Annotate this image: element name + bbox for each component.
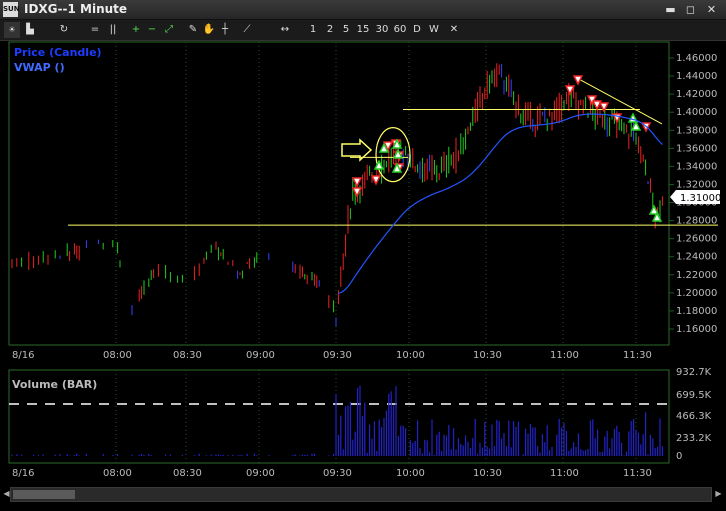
volume-tick-label: 233.2K [676, 433, 712, 444]
price-tick-label: 1.32000 [676, 179, 717, 190]
current-price-value: 1.31000 [680, 193, 721, 204]
volume-tick-label: 699.5K [676, 390, 712, 401]
volume-tick-label: 0 [676, 451, 682, 462]
volume-x-label: 11:30 [623, 468, 652, 479]
arrows-icon[interactable]: ↔ [278, 22, 292, 38]
interval-d[interactable]: D [412, 22, 422, 38]
sun-icon[interactable]: ☀ [4, 22, 20, 38]
fit-button[interactable]: ⤢ [162, 22, 176, 38]
price-x-label: 10:00 [396, 350, 425, 361]
title-bar: SUN IDXG--1 Minute ▬ ◻ ✕ [0, 0, 726, 20]
price-grid [115, 42, 674, 345]
refresh-icon[interactable]: ↻ [56, 22, 72, 38]
price-tick-label: 1.36000 [676, 143, 717, 154]
volume-bars [11, 385, 664, 456]
sell-signal-icon [370, 175, 382, 186]
zoom-in-button[interactable]: + [130, 22, 142, 38]
price-x-label: 11:30 [623, 350, 652, 361]
interval-2[interactable]: 2 [325, 22, 335, 38]
trendline-icon[interactable]: ⟋ [240, 22, 254, 38]
volume-tick-label: 466.3K [676, 411, 712, 422]
price-tick-label: 1.24000 [676, 252, 717, 263]
volume-x-label: 10:00 [396, 468, 425, 479]
equals-icon[interactable]: = [88, 22, 102, 38]
volume-tick-label: 932.7K [676, 367, 712, 378]
price-x-label: 09:00 [246, 350, 275, 361]
scrollbar-thumb[interactable] [13, 490, 75, 499]
close-button[interactable]: ✕ [703, 2, 720, 17]
interval-1[interactable]: 1 [308, 22, 318, 38]
price-x-label: 08:30 [173, 350, 202, 361]
volume-x-label: 11:00 [550, 468, 579, 479]
volume-x-axis: 08:00 08:30 09:00 09:30 10:00 10:30 11:00 11:30 [103, 468, 652, 479]
chart-canvas[interactable]: Price (Candle) VWAP () Volume (BAR) 1.46… [0, 40, 726, 486]
price-tick-label: 1.40000 [676, 107, 717, 118]
price-date-label: 8/16 [12, 350, 34, 361]
app-logo: SUN [3, 2, 20, 17]
price-x-label: 11:00 [550, 350, 579, 361]
close-intervals-button[interactable]: ✕ [448, 22, 460, 38]
vwap-line [338, 113, 663, 294]
hand-icon[interactable]: ✋ [202, 22, 216, 38]
price-candles [11, 63, 663, 327]
price-tick-label: 1.38000 [676, 125, 717, 136]
sell-signal-icon [572, 75, 584, 86]
chart-toolbar: ☀ ▙ ↻ = || + − ⤢ ✎ ✋ ┼ ⟋ ↔ 1 2 5 15 30 6… [0, 20, 726, 41]
price-x-label: 10:30 [473, 350, 502, 361]
minimize-button[interactable]: ▬ [662, 2, 679, 17]
legend-vwap: VWAP () [14, 61, 65, 74]
chart-type-icon[interactable]: ▙ [22, 22, 38, 38]
interval-15[interactable]: 15 [356, 22, 370, 38]
price-tick-label: 1.34000 [676, 161, 717, 172]
buy-signal-icon [392, 148, 404, 159]
interval-60[interactable]: 60 [392, 22, 408, 38]
interval-30[interactable]: 30 [374, 22, 390, 38]
interval-5[interactable]: 5 [341, 22, 351, 38]
price-x-axis: 08:00 08:30 09:00 09:30 10:00 10:30 11:00 11:30 [103, 350, 652, 361]
volume-x-label: 09:30 [323, 468, 352, 479]
volume-x-label: 10:30 [473, 468, 502, 479]
sell-signal-icon [564, 85, 576, 96]
price-x-label: 09:30 [323, 350, 352, 361]
volume-y-axis: 932.7K 699.5K 466.3K 233.2K 0 [676, 367, 712, 462]
window-title: IDXG--1 Minute [24, 2, 128, 16]
price-tick-label: 1.20000 [676, 288, 717, 299]
chart-annotations [68, 75, 718, 226]
volume-date-label: 8/16 [12, 468, 34, 479]
price-tick-label: 1.44000 [676, 71, 717, 82]
horizontal-scrollbar[interactable] [10, 487, 712, 502]
price-tick-label: 1.46000 [676, 53, 717, 64]
current-price-tag: 1.31000 [670, 190, 721, 204]
price-tick-label: 1.18000 [676, 306, 717, 317]
price-tick-label: 1.22000 [676, 270, 717, 281]
zoom-out-button[interactable]: − [146, 22, 158, 38]
price-x-label: 08:00 [103, 350, 132, 361]
volume-panel-title: Volume (BAR) [12, 378, 97, 391]
sell-signal-icon [351, 177, 363, 188]
columns-icon[interactable]: || [106, 22, 120, 38]
volume-x-label: 08:30 [173, 468, 202, 479]
pen-icon[interactable]: ✎ [186, 22, 200, 38]
restore-button[interactable]: ◻ [682, 2, 699, 17]
volume-x-label: 09:00 [246, 468, 275, 479]
price-tick-label: 1.28000 [676, 216, 717, 227]
price-tick-label: 1.16000 [676, 324, 717, 335]
scroll-right-icon[interactable]: ▶ [712, 487, 725, 500]
price-tick-label: 1.26000 [676, 234, 717, 245]
crosshair-icon[interactable]: ┼ [218, 22, 232, 38]
interval-w[interactable]: W [428, 22, 440, 38]
price-tick-label: 1.42000 [676, 89, 717, 100]
legend-price-candle: Price (Candle) [14, 46, 102, 59]
volume-x-label: 08:00 [103, 468, 132, 479]
